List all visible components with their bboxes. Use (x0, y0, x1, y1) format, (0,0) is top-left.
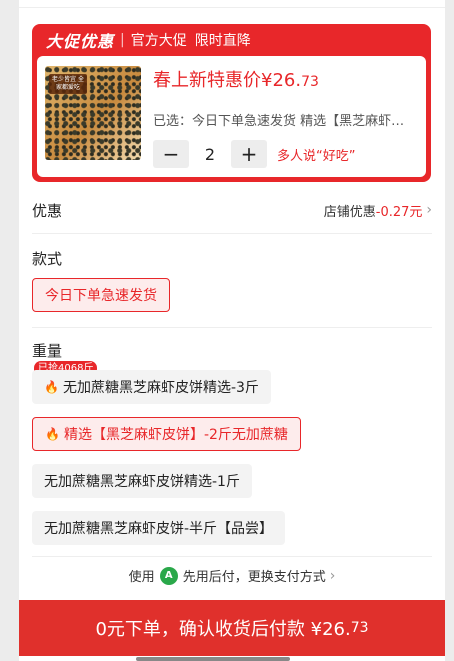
promo-header: 大促优惠 | 官方大促 限时直降 (32, 24, 431, 56)
pay-later-icon: A (159, 566, 178, 585)
praise-tag: 多人说“好吃” (277, 148, 356, 164)
payment-text: 先用后付，更换支付方式 (182, 570, 326, 585)
quantity-value[interactable]: 2 (189, 145, 231, 164)
shop-discount: 店铺优惠 -0.27元 › (324, 201, 432, 220)
payment-method-row[interactable]: 使用 A 先用后付，更换支付方式 › (19, 566, 445, 585)
weight-option-label: 无加蔗糖黑芝麻虾皮饼精选-3斤 (62, 380, 259, 396)
chevron-right-icon: › (329, 567, 336, 584)
thumbnail-tag: 老少皆宜 全家都爱吃 (49, 74, 87, 94)
fire-icon: 🔥 (45, 427, 60, 441)
sheet-top-edge (19, 0, 445, 8)
weight-option-3[interactable]: 无加蔗糖黑芝麻虾皮饼-半斤【品尝】 (32, 511, 286, 545)
price-decimal: 73 (301, 74, 319, 90)
cta-label-decimal: 73 (350, 620, 369, 636)
selected-spec-text: 已选：今日下单急速发货 精选【黑芝麻虾皮饼】-2斤无加蔗糖 (153, 114, 415, 129)
shop-discount-value: -0.27元 (375, 204, 423, 220)
divider (32, 327, 432, 328)
divider (32, 233, 432, 234)
discount-row[interactable]: 优惠 店铺优惠 -0.27元 › (32, 198, 432, 222)
chevron-right-icon: › (426, 202, 432, 218)
quantity-increase-button[interactable]: + (231, 140, 267, 168)
weight-section-title: 重量 (32, 342, 63, 360)
product-thumbnail[interactable]: 老少皆宜 全家都爱吃 (45, 66, 141, 160)
weight-option-0[interactable]: 🔥 无加蔗糖黑芝麻虾皮饼精选-3斤 (32, 370, 271, 404)
fire-icon: 🔥 (44, 380, 59, 394)
weight-option-1[interactable]: 🔥 精选【黑芝麻虾皮饼】-2斤无加蔗糖 (32, 417, 301, 451)
weight-option-2[interactable]: 无加蔗糖黑芝麻虾皮饼精选-1斤 (32, 464, 252, 498)
shop-discount-label: 店铺优惠 (323, 204, 376, 220)
promo-label-official: 官方大促 (130, 33, 187, 49)
quantity-stepper: − 2 + 多人说“好吃” (153, 140, 355, 168)
payment-prefix: 使用 (128, 570, 155, 585)
product-summary: 老少皆宜 全家都爱吃 春上新特惠价¥26.73 已选：今日下单急速发货 精选【黑… (37, 56, 426, 177)
cta-label-main: 0元下单，确认收货后付款 ¥26. (95, 619, 351, 640)
price-main: 春上新特惠价¥26. (153, 70, 302, 91)
promo-logo: 大促优惠 (46, 32, 115, 51)
promo-separator: | (120, 32, 125, 48)
divider (32, 556, 432, 557)
home-indicator (136, 657, 290, 661)
promo-label-limited: 限时直降 (194, 33, 251, 49)
product-price: 春上新特惠价¥26.73 (153, 66, 319, 92)
promo-card: 大促优惠 | 官方大促 限时直降 老少皆宜 全家都爱吃 春上新特惠价¥26.73… (32, 24, 431, 182)
discount-label: 优惠 (32, 201, 63, 220)
sku-sheet: 大促优惠 | 官方大促 限时直降 老少皆宜 全家都爱吃 春上新特惠价¥26.73… (19, 0, 445, 661)
quantity-decrease-button[interactable]: − (153, 140, 189, 168)
style-section-title: 款式 (32, 250, 63, 268)
weight-option-label: 精选【黑芝麻虾皮饼】-2斤无加蔗糖 (63, 427, 288, 443)
place-order-button[interactable]: 0元下单，确认收货后付款 ¥26. 73 (19, 600, 445, 656)
style-option-0[interactable]: 今日下单急速发货 (32, 278, 170, 312)
